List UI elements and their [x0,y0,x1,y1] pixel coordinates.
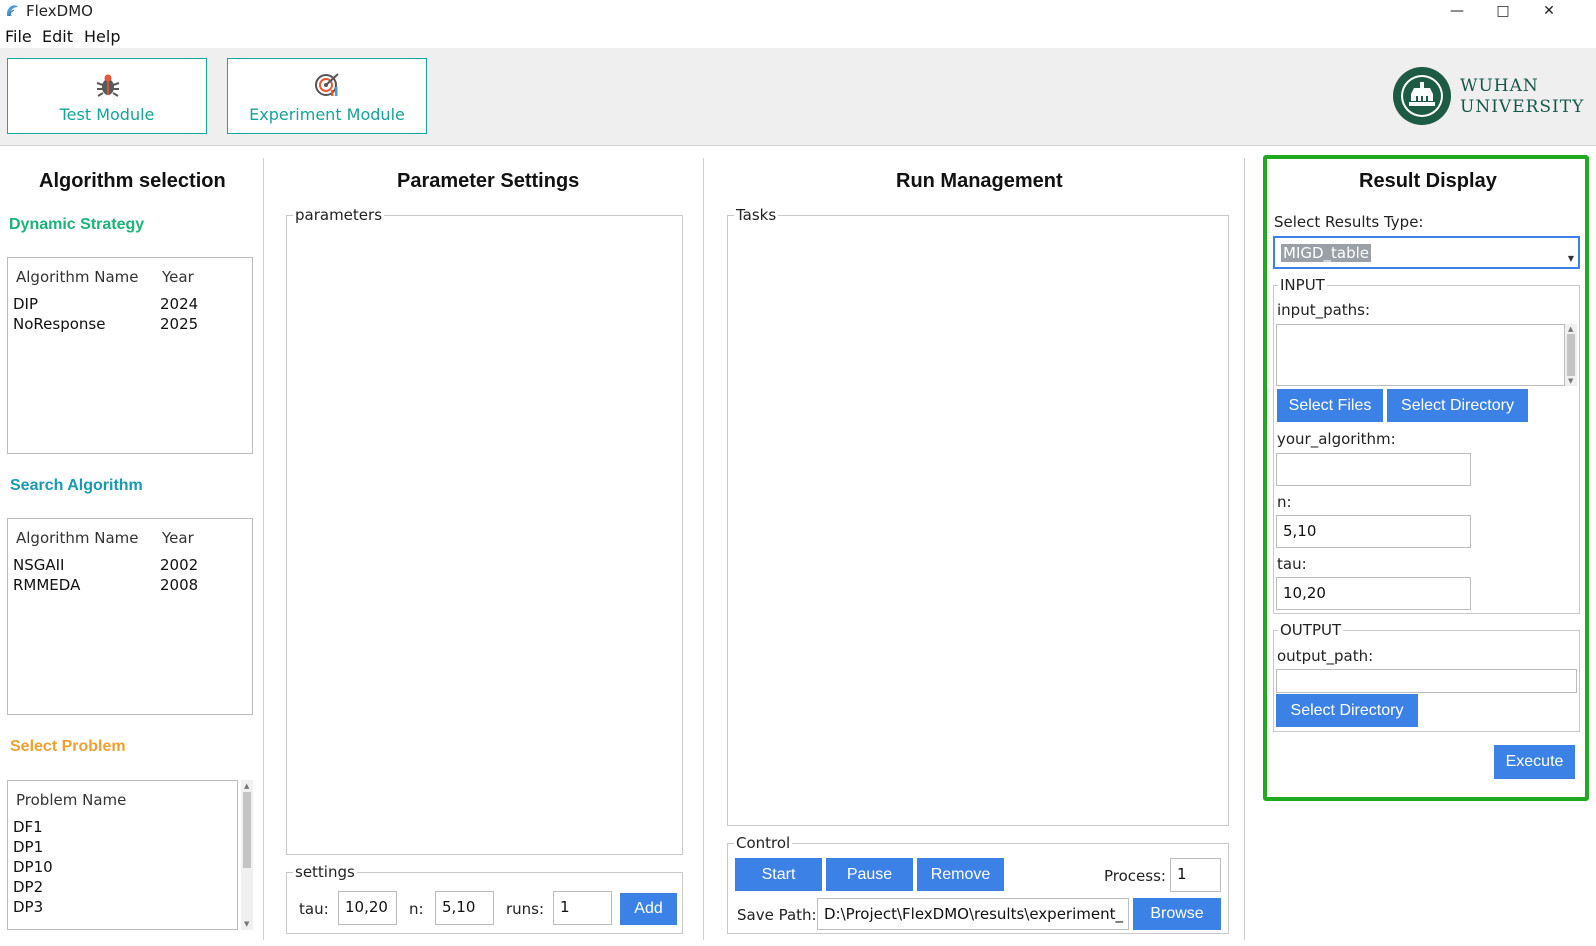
divider [1244,158,1245,940]
list-item[interactable]: DF1 [13,818,43,836]
scroll-down-icon[interactable]: ▼ [1568,377,1573,385]
execute-button[interactable]: Execute [1494,745,1575,779]
input-paths-scrollbar[interactable]: ▲ ▼ [1565,324,1577,386]
column-header-name[interactable]: Algorithm Name [16,268,138,286]
list-item[interactable]: DP1 [13,838,43,856]
start-button[interactable]: Start [735,858,822,891]
tau-label: tau: [299,900,329,918]
dynamic-strategy-label: Dynamic Strategy [9,216,145,233]
column-header-problem[interactable]: Problem Name [16,791,126,809]
process-input[interactable]: 1 [1170,858,1221,892]
your-algorithm-input[interactable] [1276,453,1471,486]
parameter-settings-title: Parameter Settings [397,170,580,192]
experiment-module-button[interactable]: Experiment Module [227,58,427,134]
select-problem-label: Select Problem [10,738,126,755]
algorithm-selection-title: Algorithm selection [39,170,226,192]
title-bar: FlexDMO — □ ✕ [0,0,1596,24]
browse-button[interactable]: Browse [1133,898,1221,930]
remove-button[interactable]: Remove [917,858,1004,891]
column-header-year[interactable]: Year [162,268,194,286]
output-path-input[interactable] [1276,669,1577,693]
minimize-button[interactable]: — [1434,0,1480,24]
results-type-label: Select Results Type: [1274,213,1424,231]
tasks-group-title: Tasks [734,206,779,224]
problem-list-scrollbar[interactable]: ▲ ▼ [241,780,253,930]
scrollbar-thumb[interactable] [243,792,251,868]
add-button[interactable]: Add [620,893,677,925]
maximize-button[interactable]: □ [1480,0,1526,24]
scrollbar-thumb[interactable] [1567,334,1575,376]
wuhan-university-wordmark: WUHAN UNIVERSITY [1460,76,1585,117]
menu-help[interactable]: Help [84,27,120,46]
bug-icon [96,74,120,97]
parameters-group-title: parameters [293,206,385,224]
target-chart-icon [315,73,339,96]
input-paths-label: input_paths: [1277,301,1371,319]
n-label: n: [1277,493,1292,511]
results-type-value: MIGD_table [1281,244,1372,262]
parameters-group: parameters [286,206,683,855]
tau-input[interactable]: 10,20 [1276,577,1471,610]
test-module-button[interactable]: Test Module [7,58,207,134]
scroll-up-icon[interactable]: ▲ [1568,325,1573,333]
wuhan-university-logo [1393,67,1451,125]
output-path-label: output_path: [1277,647,1374,665]
input-group-title: INPUT [1278,276,1327,294]
menu-bar: File Edit Help [0,24,1596,48]
list-item[interactable]: DP10 [13,858,53,876]
list-item[interactable]: DP3 [13,898,43,916]
chevron-down-icon: ▼ [1567,254,1574,263]
input-paths-field[interactable] [1276,324,1565,386]
experiment-module-label: Experiment Module [249,105,405,124]
n-input[interactable]: 5,10 [435,891,494,925]
scroll-up-icon[interactable]: ▲ [244,782,249,790]
results-type-select[interactable]: MIGD_table ▼ [1273,236,1580,269]
dynamic-strategy-list[interactable]: Algorithm Name Year DIP 2024 NoResponse … [7,257,253,454]
app-icon [6,5,18,17]
result-display-title: Result Display [1359,170,1497,192]
run-management-title: Run Management [896,170,1063,192]
search-algorithm-label: Search Algorithm [10,477,143,494]
pause-button[interactable]: Pause [826,858,913,891]
problem-list[interactable]: Problem Name DF1 DP1 DP10 DP2 DP3 [7,780,238,930]
divider [703,158,704,940]
close-button[interactable]: ✕ [1526,0,1572,24]
save-path-input[interactable]: D:\Project\FlexDMO\results\experiment_ [817,898,1129,930]
process-label: Process: [1104,867,1166,885]
module-toolbar: Test Module Experiment Module WUHAN UNIV… [0,48,1596,146]
search-algorithm-list[interactable]: Algorithm Name Year NSGAII 2002 RMMEDA 2… [7,518,253,715]
scroll-down-icon[interactable]: ▼ [244,920,249,928]
divider [263,158,264,940]
settings-group-title: settings [293,863,357,881]
list-item[interactable]: DP2 [13,878,43,896]
menu-edit[interactable]: Edit [42,27,73,46]
tau-input[interactable]: 10,20 [338,891,397,925]
runs-label: runs: [506,900,545,918]
runs-input[interactable]: 1 [553,891,612,925]
column-header-year[interactable]: Year [162,529,194,547]
your-algorithm-label: your_algorithm: [1277,430,1396,448]
n-label: n: [409,900,424,918]
tau-label: tau: [1277,555,1307,573]
control-group-title: Control [734,834,793,852]
select-directory-button[interactable]: Select Directory [1387,389,1528,422]
output-group-title: OUTPUT [1278,621,1344,639]
column-header-name[interactable]: Algorithm Name [16,529,138,547]
window-title: FlexDMO [26,2,93,20]
n-input[interactable]: 5,10 [1276,515,1471,548]
select-files-button[interactable]: Select Files [1277,389,1383,422]
test-module-label: Test Module [59,105,155,124]
tasks-group: Tasks [727,206,1229,826]
save-path-label: Save Path: [737,906,817,924]
menu-file[interactable]: File [5,27,32,46]
output-select-directory-button[interactable]: Select Directory [1276,694,1418,727]
